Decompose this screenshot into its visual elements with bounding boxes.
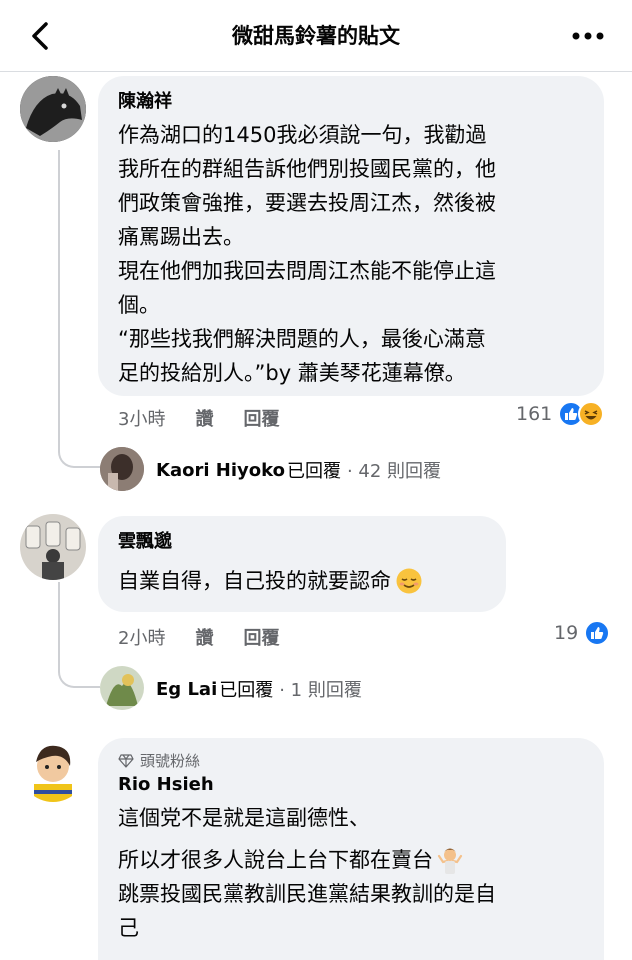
avatar[interactable] <box>100 666 144 710</box>
reply-count: · 42 則回覆 <box>346 461 442 482</box>
comment-text-line: 這個党不是就是這副德性、 <box>118 806 370 830</box>
like-button[interactable]: 讚 <box>195 405 213 431</box>
like-button[interactable]: 讚 <box>195 624 213 650</box>
shrug-emoji-icon <box>437 848 463 874</box>
avatar[interactable] <box>20 514 86 580</box>
badge-label: 頭號粉絲 <box>140 752 201 770</box>
comment-text-line: 所以才很多人說台上台下都在賣台 <box>118 848 433 872</box>
reply-author: Kaori Hiyoko <box>156 459 285 481</box>
relieved-face-icon <box>396 568 422 594</box>
reaction-count: 161 <box>516 403 553 425</box>
avatar[interactable] <box>20 76 86 142</box>
comment-text: 自業自得，自己投的就要認命 <box>118 569 391 593</box>
comment-bubble: 陳瀚祥 作為湖口的1450我必須說一句，我勸過 我所在的群組告訴他們別投國民黨的… <box>98 76 604 396</box>
comment-actions: 3小時 讚 回覆 <box>118 405 279 431</box>
comment-author[interactable]: Rio Hsieh <box>118 773 584 797</box>
comment-author[interactable]: 雲飄邈 <box>118 530 486 554</box>
reply-count: · 1 則回覆 <box>279 680 362 701</box>
comment-text: 作為湖口的1450我必須說一句，我勸過 我所在的群組告訴他們別投國民黨的，他 們… <box>118 123 496 385</box>
reply-summary[interactable]: Eg Lai 已回覆 · 1 則回覆 <box>156 676 362 702</box>
reply-button[interactable]: 回覆 <box>243 624 279 650</box>
like-icon <box>584 620 611 646</box>
comment-bubble: 頭號粉絲 Rio Hsieh 這個党不是就是這副德性、 所以才很多人說台上台下都… <box>98 738 604 960</box>
comment-text-line: 跳票投國民黨教訓民進黨結果教訓的是自 己 <box>118 882 496 940</box>
reaction-summary[interactable]: 19 <box>554 620 611 646</box>
reply-status: 已回覆 <box>219 680 274 701</box>
top-fan-badge[interactable]: 頭號粉絲 <box>118 750 584 771</box>
reply-button[interactable]: 回覆 <box>243 405 279 431</box>
thread-line <box>58 582 100 688</box>
comment-bubble: 雲飄邈 自業自得，自己投的就要認命 <box>98 516 506 612</box>
reply-summary[interactable]: Kaori Hiyoko 已回覆 · 42 則回覆 <box>156 457 441 483</box>
more-icon <box>572 32 604 40</box>
comment-author[interactable]: 陳瀚祥 <box>118 90 584 114</box>
reply-author: Eg Lai <box>156 678 218 700</box>
diamond-icon <box>118 753 134 768</box>
haha-icon <box>578 401 605 427</box>
avatar[interactable] <box>100 447 144 491</box>
page-title: 微甜馬鈴薯的貼文 <box>232 24 400 48</box>
reaction-summary[interactable]: 161 <box>516 401 605 427</box>
more-options-button[interactable] <box>568 18 608 54</box>
comment-time[interactable]: 2小時 <box>118 624 165 650</box>
avatar[interactable] <box>20 736 86 802</box>
thread-line <box>58 150 100 468</box>
top-bar: 微甜馬鈴薯的貼文 <box>0 0 632 72</box>
reaction-count: 19 <box>554 622 579 644</box>
comment-time[interactable]: 3小時 <box>118 405 165 431</box>
reply-status: 已回覆 <box>286 461 341 482</box>
comment-actions: 2小時 讚 回覆 <box>118 624 279 650</box>
